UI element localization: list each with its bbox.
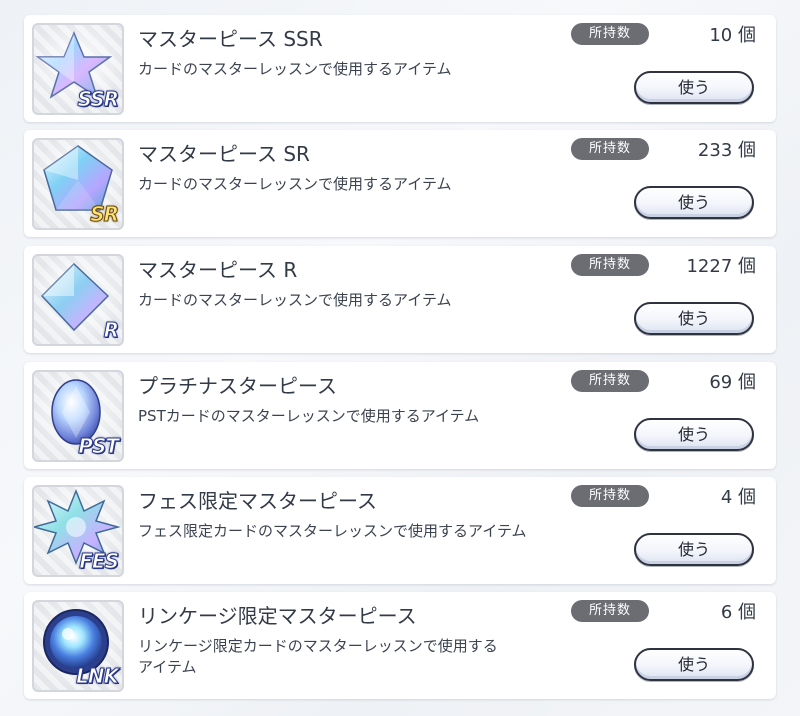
rarity-label: LNK [76, 664, 120, 689]
item-description: カードのマスターレッスンで使用するアイテム [138, 175, 452, 193]
owned-count: 4 個 [720, 487, 756, 508]
item-card-lnk: LNK リンケージ限定マスターピース リンケージ限定カードのマスターレッスンで使… [24, 592, 776, 699]
rarity-label: SSR [77, 87, 119, 112]
use-button[interactable]: 使う [634, 418, 754, 451]
use-button[interactable]: 使う [634, 648, 754, 681]
item-list: SSR マスターピース SSR カードのマスターレッスンで使用するアイテム 所持… [0, 0, 800, 716]
item-description: フェス限定カードのマスターレッスンで使用するアイテム [138, 522, 527, 540]
item-thumbnail: PST [32, 370, 124, 462]
owned-count: 1227 個 [686, 256, 756, 277]
item-card-pst: PST プラチナスターピース PSTカードのマスターレッスンで使用するアイテム … [24, 362, 776, 469]
item-name: プラチナスターピース [138, 374, 337, 398]
owned-count: 233 個 [697, 140, 756, 161]
use-button[interactable]: 使う [634, 71, 754, 104]
rarity-label: PST [78, 434, 120, 459]
owned-badge: 所持数 [571, 254, 649, 276]
owned-count: 69 個 [709, 372, 756, 393]
item-description: PSTカードのマスターレッスンで使用するアイテム [138, 407, 480, 425]
rarity-label: FES [79, 549, 120, 574]
item-card-fes: FES フェス限定マスターピース フェス限定カードのマスターレッスンで使用するア… [24, 477, 776, 584]
item-thumbnail: SSR [32, 23, 124, 115]
rarity-label: SR [90, 202, 120, 227]
rarity-label: R [103, 318, 119, 343]
item-name: リンケージ限定マスターピース [138, 604, 417, 628]
item-thumbnail: LNK [32, 600, 124, 692]
item-description: リンケージ限定カードのマスターレッスンで使用するアイテム [138, 637, 498, 676]
item-thumbnail: SR [32, 138, 124, 230]
use-button[interactable]: 使う [634, 302, 754, 335]
item-description: カードのマスターレッスンで使用するアイテム [138, 291, 452, 309]
item-description: カードのマスターレッスンで使用するアイテム [138, 60, 452, 78]
item-thumbnail: R [32, 254, 124, 346]
item-name: フェス限定マスターピース [138, 489, 377, 513]
item-name: マスターピース SSR [138, 27, 323, 51]
use-button[interactable]: 使う [634, 533, 754, 566]
item-name: マスターピース SR [138, 142, 310, 166]
owned-badge: 所持数 [571, 370, 649, 392]
use-button[interactable]: 使う [634, 186, 754, 219]
owned-count: 10 個 [709, 25, 756, 46]
owned-badge: 所持数 [571, 23, 649, 45]
owned-badge: 所持数 [571, 485, 649, 507]
item-card-ssr: SSR マスターピース SSR カードのマスターレッスンで使用するアイテム 所持… [24, 15, 776, 122]
item-name: マスターピース R [138, 258, 298, 282]
item-card-sr: SR マスターピース SR カードのマスターレッスンで使用するアイテム 所持数 … [24, 130, 776, 237]
item-card-r: R マスターピース R カードのマスターレッスンで使用するアイテム 所持数 12… [24, 246, 776, 353]
item-thumbnail: FES [32, 485, 124, 577]
owned-badge: 所持数 [571, 600, 649, 622]
owned-count: 6 個 [720, 602, 756, 623]
owned-badge: 所持数 [571, 138, 649, 160]
